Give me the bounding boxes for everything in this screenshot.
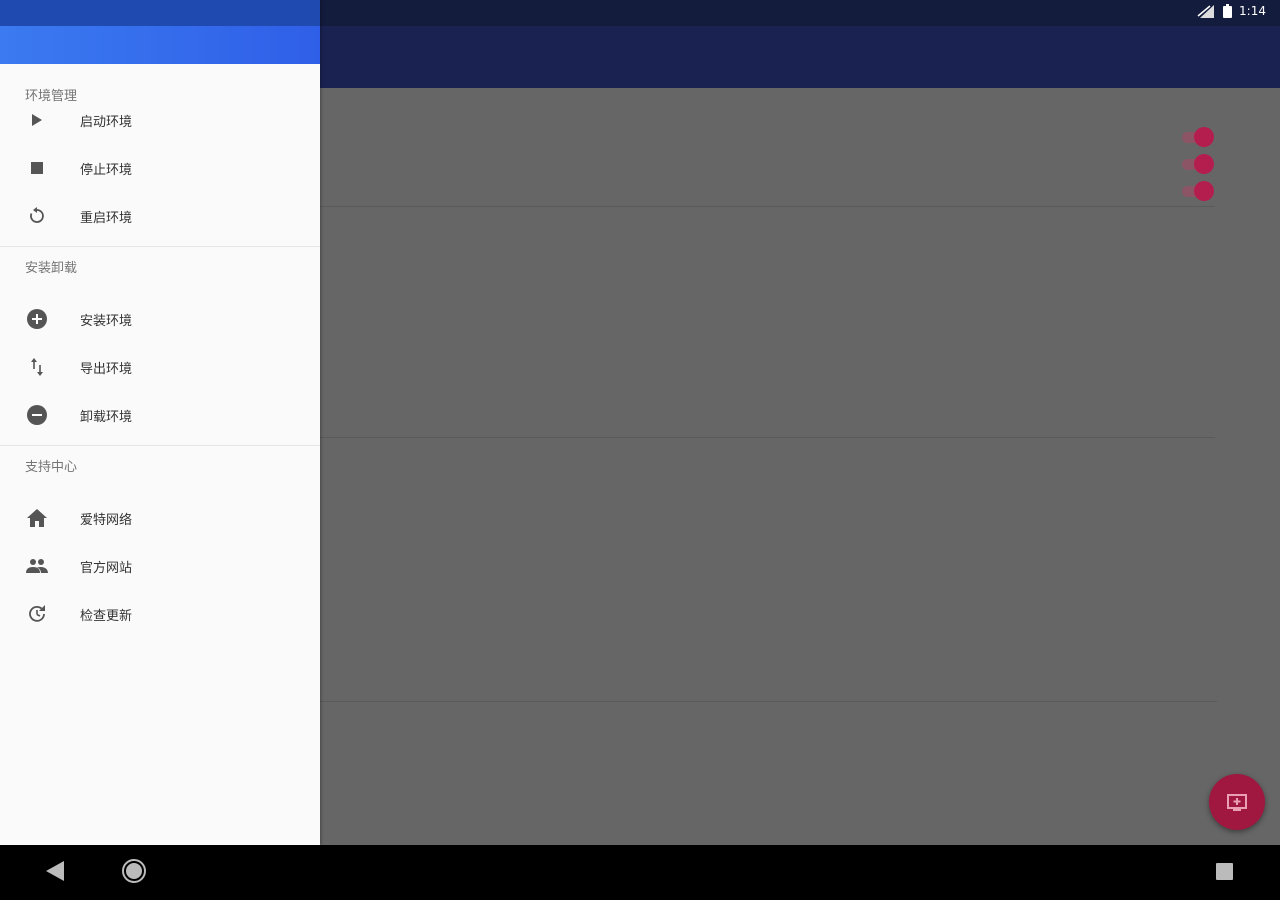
drawer-header: [0, 26, 320, 64]
drawer-status-strip: [0, 0, 320, 26]
menu-item-export-env[interactable]: 导出环境: [0, 343, 320, 391]
play-icon: [26, 110, 48, 130]
divider: [320, 701, 1217, 702]
recents-button[interactable]: [1216, 863, 1233, 880]
drawer-menu: 环境管理 启动环境 停止环境 重启环境 安装卸载 安装环境 导出环境 卸载环境 …: [0, 64, 320, 638]
update-icon: [26, 604, 48, 624]
back-button[interactable]: [46, 861, 64, 885]
status-icons: 1:14: [1196, 4, 1266, 18]
toggle-switch-1[interactable]: [1182, 126, 1214, 148]
menu-item-check-update[interactable]: 检查更新: [0, 590, 320, 638]
people-icon: [26, 556, 48, 576]
menu-item-label: 检查更新: [80, 608, 133, 624]
restart-icon: [26, 206, 48, 226]
home-circle-icon: [126, 863, 142, 879]
section-title-install: 安装卸载: [25, 261, 78, 276]
menu-item-official-site[interactable]: 官方网站: [0, 542, 320, 590]
toggle-switch-3[interactable]: [1182, 180, 1214, 202]
menu-item-label: 安装环境: [80, 313, 133, 329]
menu-item-restart-env[interactable]: 重启环境: [0, 192, 320, 240]
menu-item-install-env[interactable]: 安装环境: [0, 295, 320, 343]
menu-item-uninstall-env[interactable]: 卸载环境: [0, 391, 320, 439]
menu-item-label: 停止环境: [80, 162, 133, 178]
system-nav-bar: [0, 845, 1280, 900]
signal-icon: [1196, 4, 1216, 18]
divider: [320, 206, 1215, 207]
menu-item-start-env[interactable]: 启动环境: [0, 96, 320, 144]
add-circle-icon: [26, 309, 48, 329]
menu-item-label: 重启环境: [80, 210, 133, 226]
home-button[interactable]: [122, 859, 146, 883]
home-icon: [26, 508, 48, 528]
menu-item-stop-env[interactable]: 停止环境: [0, 144, 320, 192]
menu-item-label: 启动环境: [80, 114, 133, 130]
menu-item-label: 卸载环境: [80, 409, 133, 425]
toggle-switch-2[interactable]: [1182, 153, 1214, 175]
clock: 1:14: [1239, 4, 1266, 18]
divider: [320, 437, 1215, 438]
menu-item-label: 导出环境: [80, 361, 133, 377]
section-title-env-management: 环境管理: [25, 89, 78, 104]
navigation-drawer: 环境管理 启动环境 停止环境 重启环境 安装卸载 安装环境 导出环境 卸载环境 …: [0, 0, 320, 845]
remove-circle-icon: [26, 405, 48, 425]
section-title-support: 支持中心: [25, 460, 78, 475]
floating-action-button[interactable]: [1209, 774, 1265, 830]
menu-item-label: 爱特网络: [80, 512, 133, 528]
swap-vertical-icon: [26, 357, 48, 377]
add-to-queue-icon: [1227, 794, 1247, 811]
battery-icon: [1223, 4, 1233, 18]
back-triangle-icon: [46, 861, 64, 881]
stop-icon: [26, 158, 48, 178]
menu-item-aite-network[interactable]: 爱特网络: [0, 494, 320, 542]
menu-item-label: 官方网站: [80, 560, 133, 576]
